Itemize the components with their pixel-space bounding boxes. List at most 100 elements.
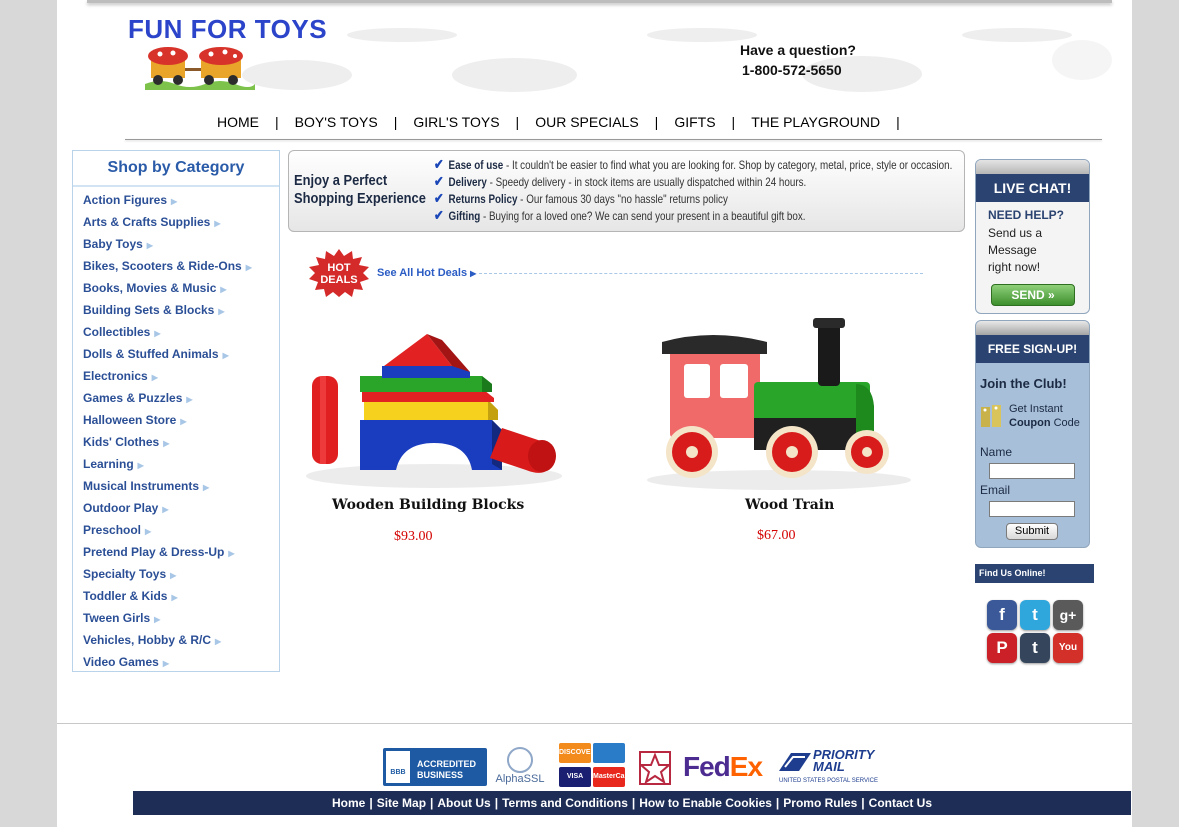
footer-divider — [57, 723, 1132, 724]
contact-block: Have a question? 1-800-572-5650 — [740, 40, 856, 80]
category-item[interactable]: Arts & Crafts Supplies ▶ — [83, 211, 279, 233]
footer-link-site-map[interactable]: Site Map — [377, 796, 426, 810]
signup-title: FREE SIGN-UP! — [976, 335, 1089, 363]
category-item[interactable]: Vehicles, Hobby & R/C ▶ — [83, 629, 279, 651]
free-signup-box: FREE SIGN-UP! Join the Club! Get Instant… — [975, 320, 1090, 548]
arrow-right-icon: ▶ — [218, 307, 225, 316]
category-item[interactable]: Books, Movies & Music ▶ — [83, 277, 279, 299]
product-name[interactable]: Wooden Building Blocks — [332, 497, 524, 513]
product-price: $93.00 — [394, 529, 433, 544]
category-item[interactable]: Action Figures ▶ — [83, 189, 279, 211]
bbb-accredited-badge[interactable]: BBB ACCREDITED BUSINESS — [383, 748, 487, 786]
site-logo-text[interactable]: FUN FOR TOYS — [128, 14, 327, 45]
alphassl-badge[interactable]: AlphaSSL — [493, 747, 547, 787]
tumblr-icon[interactable]: t — [1020, 633, 1050, 663]
live-chat-box: LIVE CHAT! NEED HELP? Send us a Message … — [975, 159, 1090, 314]
category-item[interactable]: Electronics ▶ — [83, 365, 279, 387]
arrow-right-icon: ▶ — [163, 439, 170, 448]
footer-link-about-us[interactable]: About Us — [437, 796, 490, 810]
usps-eagle-icon — [779, 753, 811, 771]
banner-headline: Enjoy a Perfect Shopping Experience — [294, 172, 426, 207]
footer-link-promo-rules[interactable]: Promo Rules — [783, 796, 857, 810]
arrow-right-icon: ▶ — [137, 461, 144, 470]
page: FUN FOR TOYS Have a question? 1-800-572-… — [57, 0, 1132, 827]
pinterest-icon[interactable]: P — [987, 633, 1017, 663]
category-item[interactable]: Tween Girls ▶ — [83, 607, 279, 629]
category-item[interactable]: Preschool ▶ — [83, 519, 279, 541]
coupon-tag-icon — [981, 405, 1001, 427]
twitter-icon[interactable]: t — [1020, 600, 1050, 630]
footer-link-contact-us[interactable]: Contact Us — [869, 796, 932, 810]
name-label: Name — [980, 445, 1013, 459]
arrow-right-icon: ▶ — [162, 659, 169, 668]
nav-boys-toys[interactable]: BOY'S TOYS — [295, 114, 378, 130]
nav-girls-toys[interactable]: GIRL'S TOYS — [413, 114, 499, 130]
coupon-text: Get Instant Coupon Code — [1009, 403, 1080, 429]
nav-gifts[interactable]: GIFTS — [674, 114, 715, 130]
footer-link-terms[interactable]: Terms and Conditions — [502, 796, 628, 810]
category-item[interactable]: Toddler & Kids ▶ — [83, 585, 279, 607]
category-item[interactable]: Video Games ▶ — [83, 651, 279, 673]
send-button[interactable]: SEND » — [991, 284, 1075, 306]
facebook-icon[interactable]: f — [987, 600, 1017, 630]
checkmark-icon: ✔ — [434, 190, 444, 206]
arrow-right-icon: ▶ — [203, 483, 210, 492]
wood-train-image[interactable] — [642, 312, 917, 492]
product-name[interactable]: Wood Train — [745, 497, 834, 513]
category-item[interactable]: Learning ▶ — [83, 453, 279, 475]
nav-our-specials[interactable]: OUR SPECIALS — [535, 114, 638, 130]
name-field[interactable] — [989, 463, 1075, 479]
nav-separator: | — [654, 114, 659, 130]
caret-right-icon: ▶ — [470, 269, 477, 278]
live-chat-top — [976, 160, 1089, 174]
arrow-right-icon: ▶ — [146, 241, 153, 250]
youtube-icon[interactable]: You — [1053, 633, 1083, 663]
arrow-right-icon: ▶ — [180, 417, 187, 426]
category-item[interactable]: Baby Toys ▶ — [83, 233, 279, 255]
category-item[interactable]: Kids' Clothes ▶ — [83, 431, 279, 453]
category-item[interactable]: Dolls & Stuffed Animals ▶ — [83, 343, 279, 365]
footer-links-bar: Home | Site Map | About Us | Terms and Conditi… — [133, 791, 1131, 815]
category-item[interactable]: Games & Puzzles ▶ — [83, 387, 279, 409]
footer-link-home[interactable]: Home — [332, 796, 365, 810]
wooden-building-blocks-image[interactable] — [302, 318, 567, 490]
category-item[interactable]: Pretend Play & Dress-Up ▶ — [83, 541, 279, 563]
arrow-right-icon: ▶ — [162, 505, 169, 514]
find-us-online-header: Find Us Online! — [975, 564, 1094, 583]
nav-separator: | — [896, 114, 900, 130]
arrow-right-icon: ▶ — [154, 615, 161, 624]
see-all-hot-deals-link[interactable]: See All Hot Deals ▶ — [377, 267, 476, 279]
category-item[interactable]: Collectibles ▶ — [83, 321, 279, 343]
benefit-item: ✔ Returns Policy - Our famous 30 days "no… — [434, 190, 728, 206]
category-item[interactable]: Specialty Toys ▶ — [83, 563, 279, 585]
category-item[interactable]: Bikes, Scooters & Ride-Ons ▶ — [83, 255, 279, 277]
product-price: $67.00 — [757, 528, 796, 543]
arrow-right-icon: ▶ — [186, 395, 193, 404]
benefit-item: ✔ Delivery - Speedy delivery - in stock i… — [434, 173, 807, 189]
category-item[interactable]: Musical Instruments ▶ — [83, 475, 279, 497]
phone-number[interactable]: 1-800-572-5650 — [742, 60, 856, 80]
visa-card-icon: VISA — [559, 767, 591, 787]
arrow-right-icon: ▶ — [228, 549, 235, 558]
submit-button[interactable]: Submit — [1006, 523, 1058, 540]
category-list: Action Figures ▶ Arts & Crafts Supplies ▶ … — [73, 187, 279, 673]
toy-wagon-logo-icon[interactable] — [145, 44, 255, 90]
header-bubble — [452, 58, 577, 92]
alphassl-seal-icon — [507, 747, 533, 773]
double-chevron-right-icon: » — [1048, 288, 1055, 302]
footer-link-cookies[interactable]: How to Enable Cookies — [639, 796, 772, 810]
email-field[interactable] — [989, 501, 1075, 517]
category-item[interactable]: Outdoor Play ▶ — [83, 497, 279, 519]
header-bubble — [347, 28, 457, 42]
nav-home[interactable]: HOME — [217, 114, 259, 130]
nav-divider — [125, 139, 1102, 140]
security-star-icon — [639, 751, 671, 785]
header-bubble — [242, 60, 352, 90]
live-chat-title: LIVE CHAT! — [976, 174, 1089, 202]
nav-the-playground[interactable]: THE PLAYGROUND — [751, 114, 880, 130]
category-item[interactable]: Building Sets & Blocks ▶ — [83, 299, 279, 321]
arrow-right-icon: ▶ — [171, 593, 178, 602]
category-item[interactable]: Halloween Store ▶ — [83, 409, 279, 431]
checkmark-icon: ✔ — [434, 173, 444, 189]
google-plus-icon[interactable]: g+ — [1053, 600, 1083, 630]
